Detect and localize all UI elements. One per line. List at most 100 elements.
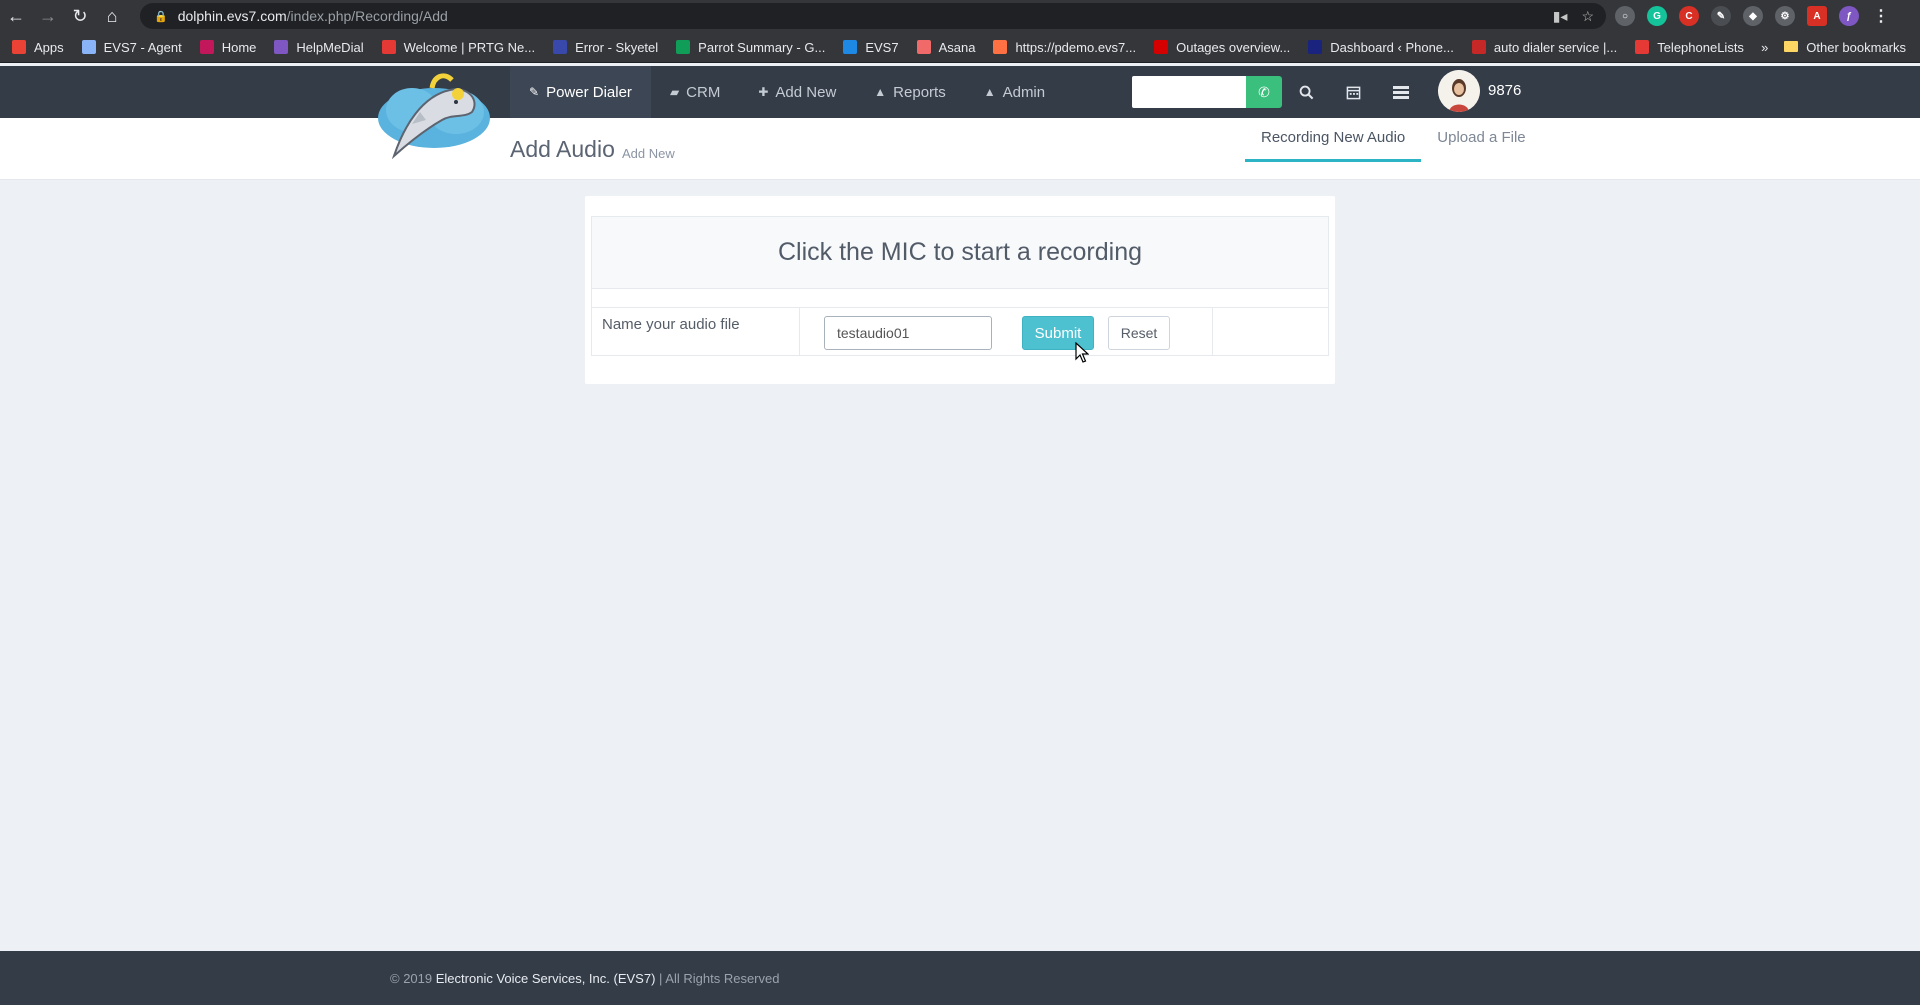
bookmark-item[interactable]: TelephoneLists bbox=[1635, 40, 1744, 55]
bookmark-item[interactable]: Error - Skyetel bbox=[553, 40, 658, 55]
bookmark-favicon-icon bbox=[199, 40, 214, 54]
nav-item-label: Admin bbox=[1002, 83, 1046, 101]
page-subtitle: Add New bbox=[622, 146, 675, 161]
footer bbox=[0, 951, 1920, 1005]
list-icon[interactable] bbox=[1387, 76, 1415, 108]
tab-recording-new-audio[interactable]: Recording New Audio bbox=[1245, 118, 1422, 162]
phone-call-button[interactable]: ✆ bbox=[1246, 76, 1282, 108]
reset-button[interactable]: Reset bbox=[1108, 316, 1170, 350]
browser-menu-icon[interactable]: ⋮ bbox=[1871, 6, 1891, 26]
camera-icon[interactable]: ▮◂ bbox=[1553, 8, 1568, 25]
nav-item-reports[interactable]: ▲ Reports bbox=[855, 66, 964, 118]
other-bookmarks[interactable]: Other bookmarks bbox=[1784, 40, 1906, 55]
more-bookmarks-button[interactable]: » bbox=[1761, 40, 1768, 55]
address-bar[interactable]: 🔒 dolphin.evs7.com/index.php/Recording/A… bbox=[140, 3, 1606, 29]
bookmark-favicon-icon bbox=[381, 40, 396, 54]
nav-item-icon: ✎ bbox=[529, 85, 540, 99]
footer-rights: | All Rights Reserved bbox=[659, 971, 780, 986]
recording-table: Click the MIC to start a recording Name … bbox=[591, 216, 1329, 356]
nav-item-crm[interactable]: ▰ CRM bbox=[651, 66, 739, 118]
user-extension: 9876 bbox=[1488, 82, 1522, 99]
nav-item-label: Reports bbox=[893, 83, 946, 101]
lock-icon: 🔒 bbox=[154, 10, 168, 23]
row-end-cell bbox=[1212, 307, 1328, 355]
bookmark-item[interactable]: auto dialer service |... bbox=[1471, 40, 1617, 55]
nav-item-add-new[interactable]: ✚ Add New bbox=[739, 66, 855, 118]
nav-item-icon: ▲ bbox=[983, 85, 996, 99]
bookmark-item[interactable]: https://pdemo.evs7... bbox=[993, 40, 1136, 55]
bookmark-label: Home bbox=[221, 39, 257, 55]
extension-icon[interactable]: ✎ bbox=[1711, 6, 1731, 26]
tab-upload-a-file[interactable]: Upload a File bbox=[1421, 118, 1541, 162]
dolphin-logo[interactable] bbox=[372, 66, 496, 160]
bookmark-label: https://pdemo.evs7... bbox=[1015, 39, 1137, 55]
main-menu: ✎ Power Dialer ▰ CRM ✚ Add New ▲ Reports ▲ Admin bbox=[510, 66, 1064, 118]
avatar[interactable] bbox=[1438, 70, 1480, 112]
extensions: ○ G C ✎ ◆ ⚙ A ƒ ⋮ bbox=[1615, 0, 1891, 32]
bookmark-item[interactable]: Apps bbox=[12, 40, 64, 55]
footer-copyright: © 2019 Electronic Voice Services, Inc. (… bbox=[390, 971, 779, 986]
bookmark-label: EVS7 bbox=[865, 39, 899, 55]
bookmark-label: TelephoneLists bbox=[1657, 39, 1744, 55]
bookmark-favicon-icon bbox=[916, 40, 931, 54]
url-host: dolphin.evs7.com bbox=[177, 8, 287, 24]
audio-name-input[interactable] bbox=[824, 316, 992, 350]
bookmark-favicon-icon bbox=[274, 40, 289, 54]
bookmark-favicon-icon bbox=[993, 40, 1008, 54]
page-header bbox=[0, 118, 1920, 180]
bookmark-item[interactable]: Parrot Summary - G... bbox=[676, 40, 825, 55]
bookmark-item[interactable]: Home bbox=[199, 39, 257, 55]
extension-icon[interactable]: C bbox=[1679, 6, 1699, 26]
nav-search-input[interactable] bbox=[1132, 76, 1246, 108]
audio-name-label: Name your audio file bbox=[592, 308, 800, 356]
footer-company: Electronic Voice Services, Inc. (EVS7) bbox=[435, 971, 656, 986]
bookmark-label: HelpMeDial bbox=[296, 39, 364, 55]
header-tabs: Recording New Audio Upload a File bbox=[1245, 118, 1542, 162]
reload-icon[interactable]: ↻ bbox=[64, 0, 96, 32]
adblock-icon[interactable]: A bbox=[1807, 6, 1827, 26]
bookmark-item[interactable]: Outages overview... bbox=[1154, 40, 1290, 55]
bookmark-item[interactable]: HelpMeDial bbox=[274, 39, 364, 55]
extension-icon[interactable]: ƒ bbox=[1839, 6, 1859, 26]
phone-icon: ✆ bbox=[1258, 83, 1270, 100]
copyright-year: © 2019 bbox=[390, 971, 433, 986]
bookmark-item[interactable]: EVS7 bbox=[843, 39, 899, 55]
nav-item-admin[interactable]: ▲ Admin bbox=[965, 66, 1064, 118]
bookmark-favicon-icon bbox=[843, 40, 858, 54]
bookmark-favicon-icon bbox=[12, 40, 26, 54]
bookmark-item[interactable]: Welcome | PRTG Ne... bbox=[381, 39, 536, 55]
extension-icon[interactable]: ◆ bbox=[1743, 6, 1763, 26]
url-path: /index.php/Recording/Add bbox=[286, 8, 448, 24]
bookmark-label: Dashboard ‹ Phone... bbox=[1330, 39, 1454, 55]
back-icon[interactable]: ← bbox=[0, 0, 32, 32]
bookmarks-right: » Other bookmarks bbox=[1761, 32, 1906, 63]
calendar-icon[interactable] bbox=[1339, 76, 1367, 108]
extension-icon[interactable]: ○ bbox=[1615, 6, 1635, 26]
nav-item-power-dialer[interactable]: ✎ Power Dialer bbox=[510, 66, 651, 118]
bookmark-favicon-icon bbox=[81, 40, 96, 54]
home-icon[interactable]: ⌂ bbox=[96, 0, 128, 32]
grammarly-icon[interactable]: G bbox=[1647, 6, 1667, 26]
bookmarks-bar: Apps EVS7 - Agent Home HelpMeDial Welcome | … bbox=[0, 32, 1920, 63]
bookmark-item[interactable]: Dashboard ‹ Phone... bbox=[1308, 40, 1454, 55]
nav-item-icon: ▲ bbox=[874, 85, 887, 99]
bookmark-label: EVS7 - Agent bbox=[103, 39, 182, 55]
page-title: Add Audio bbox=[510, 136, 615, 162]
bookmark-item[interactable]: Asana bbox=[916, 39, 976, 55]
extension-icon[interactable]: ⚙ bbox=[1775, 6, 1795, 26]
bookmark-label: Welcome | PRTG Ne... bbox=[403, 39, 536, 55]
search-icon[interactable] bbox=[1292, 76, 1320, 108]
recording-instructions: Click the MIC to start a recording bbox=[592, 217, 1328, 289]
bookmark-item[interactable]: EVS7 - Agent bbox=[81, 39, 182, 55]
star-icon[interactable]: ☆ bbox=[1581, 8, 1594, 25]
nav-item-label: Power Dialer bbox=[546, 83, 632, 101]
bookmark-label: Parrot Summary - G... bbox=[698, 39, 826, 55]
nav-item-label: CRM bbox=[686, 83, 721, 101]
bookmark-favicon-icon bbox=[1308, 40, 1323, 54]
bookmark-favicon-icon bbox=[1635, 40, 1650, 54]
forward-icon[interactable]: → bbox=[32, 0, 64, 32]
folder-icon bbox=[1784, 41, 1799, 52]
nav-item-label: Add New bbox=[775, 83, 837, 101]
bookmark-label: Asana bbox=[938, 39, 976, 55]
nav-item-icon: ✚ bbox=[758, 85, 769, 99]
